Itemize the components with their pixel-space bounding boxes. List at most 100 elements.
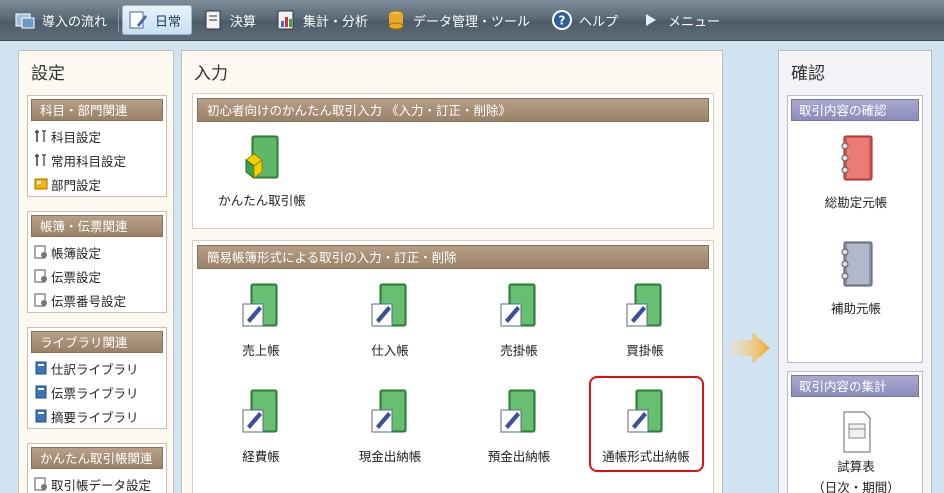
report-document-icon [843, 411, 871, 453]
easy-ledger-button[interactable]: かんたん取引帳 [197, 132, 327, 209]
ledger-book-pen-icon [626, 283, 662, 327]
easy-ledger-group: かんたん取引帳関連 取引帳データ設定 [27, 443, 167, 493]
document-settings-icon [34, 245, 47, 259]
library-group: ライブラリ関連 仕訳ライブラリ 伝票ライブラリ 摘要ライブラリ [27, 327, 167, 429]
link-label: 取引帳データ設定 [51, 477, 152, 493]
section-header: 簡易帳簿形式による取引の入力・訂正・削除 [197, 245, 709, 269]
trial-balance-button[interactable]: 試算表 （日次・期間） [791, 410, 921, 493]
ledger-book-pen-icon [242, 283, 278, 327]
document-settings-icon [34, 269, 47, 283]
sub-ledger-button[interactable]: 補助元帳 [791, 238, 921, 317]
book-label: 預金出納帳 [487, 449, 551, 464]
summary-library-link[interactable]: 摘要ライブラリ [28, 404, 166, 428]
subject-settings-link[interactable]: 科目設定 [28, 124, 166, 148]
gray-binder-icon [841, 241, 873, 287]
group-header: 科目・部門関連 [31, 99, 163, 121]
toolbar-daily[interactable]: 日常 [122, 5, 192, 35]
purchase-book-button[interactable]: 仕入帳 [325, 282, 455, 359]
link-label: 仕訳ライブラリ [51, 361, 139, 377]
link-label: 伝票番号設定 [51, 293, 127, 309]
voucher-settings-link[interactable]: 伝票設定 [28, 264, 166, 288]
toolbar-data-tools[interactable]: データ管理・ツール [381, 5, 534, 35]
settings-title: 設定 [31, 64, 65, 84]
toolbar-label: データ管理・ツール [413, 14, 531, 30]
book-label: かんたん取引帳 [218, 193, 306, 208]
group-header: ライブラリ関連 [31, 331, 163, 353]
voucher-library-link[interactable]: 伝票ライブラリ [28, 380, 166, 404]
analysis-icon [277, 10, 294, 30]
toolbar-intro-flow[interactable]: 導入の流れ [10, 5, 111, 35]
book-label: 試算表 [837, 459, 875, 474]
toolbar-label: ヘルプ [579, 14, 619, 30]
voucher-number-settings-link[interactable]: 伝票番号設定 [28, 288, 166, 312]
link-label: 部門設定 [51, 177, 102, 193]
library-book-icon [35, 385, 47, 399]
ledger-book-pen-icon [500, 389, 536, 433]
receivable-book-button[interactable]: 売掛帳 [454, 282, 584, 359]
group-header: かんたん取引帳関連 [31, 447, 163, 469]
input-title: 入力 [194, 64, 228, 84]
toolbar-analysis[interactable]: 集計・分析 [271, 5, 372, 35]
main-toolbar: 導入の流れ 日常 決算 集計・分析 データ管理・ツール ? ヘルプ メニュー [0, 0, 944, 41]
payable-book-button[interactable]: 買掛帳 [580, 282, 710, 359]
toolbar-divider [118, 8, 119, 32]
library-book-icon [35, 409, 47, 423]
library-book-icon [35, 361, 47, 375]
toolbar-label: 日常 [155, 14, 182, 30]
expense-book-button[interactable]: 経費帳 [196, 388, 326, 465]
settings-panel: 設定 科目・部門関連 科目設定 常用科目設定 部門設定 帳簿・伝票関連 帳簿設定… [18, 50, 174, 493]
link-label: 帳簿設定 [51, 245, 102, 261]
ledger-book-pen-icon [242, 389, 278, 433]
tools-icon [35, 130, 46, 142]
frequent-subject-settings-link[interactable]: 常用科目設定 [28, 148, 166, 172]
help-icon: ? [552, 10, 572, 30]
closing-icon [205, 10, 221, 30]
book-sublabel: （日次・期間） [812, 480, 900, 493]
book-label: 買掛帳 [626, 343, 664, 358]
book-settings-link[interactable]: 帳簿設定 [28, 240, 166, 264]
general-ledger-button[interactable]: 総勘定元帳 [791, 132, 921, 211]
sales-book-button[interactable]: 売上帳 [196, 282, 326, 359]
book-label: 現金出納帳 [358, 449, 422, 464]
book-label: 売掛帳 [500, 343, 538, 358]
group-header: 帳簿・伝票関連 [31, 215, 163, 237]
daily-icon [129, 11, 147, 29]
data-tools-icon [388, 10, 404, 30]
ledger-book-pen-icon [371, 283, 407, 327]
confirm-title: 確認 [791, 64, 825, 84]
selection-highlight [589, 376, 704, 472]
intro-flow-icon [15, 13, 35, 29]
toolbar-label: 集計・分析 [303, 14, 369, 30]
svg-text:?: ? [559, 14, 566, 28]
cash-book-button[interactable]: 現金出納帳 [325, 388, 455, 465]
tools-icon [35, 154, 46, 166]
subject-department-group: 科目・部門関連 科目設定 常用科目設定 部門設定 [27, 95, 167, 197]
orange-arrow-icon [730, 332, 770, 364]
link-label: 常用科目設定 [51, 153, 127, 169]
group-header: 取引内容の確認 [791, 99, 919, 121]
document-settings-icon [34, 293, 47, 307]
toolbar-label: 導入の流れ [42, 14, 108, 30]
book-label: 経費帳 [242, 449, 280, 464]
ledger-data-settings-link[interactable]: 取引帳データ設定 [28, 472, 166, 493]
link-label: 伝票設定 [51, 269, 102, 285]
toolbar-help[interactable]: ? ヘルプ [547, 5, 622, 35]
beginner-book-icon [245, 135, 279, 179]
book-label: 仕入帳 [371, 343, 409, 358]
red-binder-icon [841, 135, 873, 181]
menu-arrow-icon [646, 14, 656, 26]
book-label: 総勘定元帳 [824, 195, 888, 210]
document-settings-icon [34, 477, 47, 491]
toolbar-label: メニュー [668, 14, 721, 30]
toolbar-menu[interactable]: メニュー [636, 5, 724, 35]
journal-library-link[interactable]: 仕訳ライブラリ [28, 356, 166, 380]
group-header: 取引内容の集計 [791, 375, 919, 397]
ledger-book-pen-icon [500, 283, 536, 327]
deposit-book-button[interactable]: 預金出納帳 [454, 388, 584, 465]
toolbar-closing[interactable]: 決算 [198, 5, 260, 35]
link-label: 科目設定 [51, 129, 102, 145]
department-settings-link[interactable]: 部門設定 [28, 172, 166, 196]
link-label: 伝票ライブラリ [51, 385, 139, 401]
link-label: 摘要ライブラリ [51, 409, 139, 425]
book-label: 補助元帳 [830, 301, 881, 316]
